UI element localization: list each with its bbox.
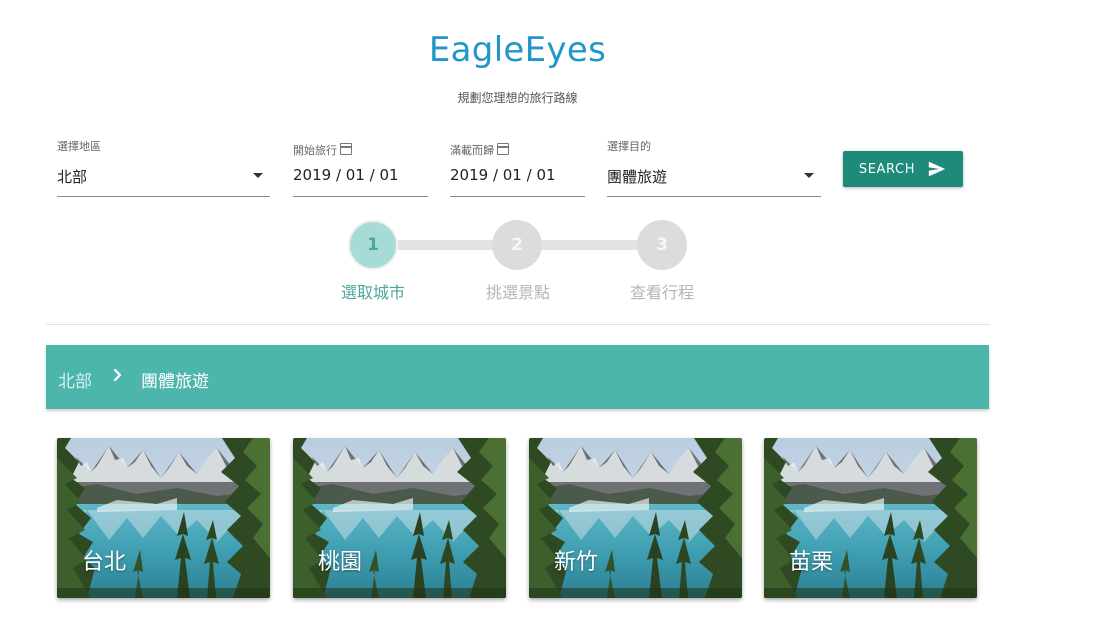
city-card-label: 新竹 <box>554 550 599 575</box>
purpose-underline <box>607 196 821 197</box>
step-3-label[interactable]: 查看行程 <box>602 279 722 303</box>
step-3-circle[interactable]: 3 <box>637 220 687 270</box>
end-date-value: 2019 / 01 / 01 <box>450 166 556 184</box>
purpose-value: 團體旅遊 <box>607 168 668 186</box>
dropdown-arrow-icon <box>804 173 814 178</box>
end-date-underline <box>450 196 585 197</box>
divider <box>46 324 990 325</box>
city-card-taoyuan[interactable]: 桃園 <box>293 438 506 598</box>
start-date-label-wrap: 開始旅行 <box>293 142 352 158</box>
breadcrumb-item-purpose[interactable]: 團體旅遊 <box>141 367 209 392</box>
city-card-label: 苗栗 <box>789 550 834 575</box>
city-card-taipei[interactable]: 台北 <box>57 438 270 598</box>
step-1-label[interactable]: 選取城市 <box>313 279 433 303</box>
calendar-icon[interactable] <box>340 143 352 155</box>
send-icon <box>928 161 946 177</box>
region-value: 北部 <box>57 168 88 186</box>
start-date-value: 2019 / 01 / 01 <box>293 166 399 184</box>
end-date-label: 滿載而歸 <box>450 144 494 157</box>
city-card-label: 桃園 <box>318 550 363 575</box>
stepper-connector <box>398 240 494 250</box>
start-date-underline <box>293 196 428 197</box>
breadcrumb: 北部 團體旅遊 <box>46 345 989 409</box>
search-button[interactable]: SEARCH <box>843 151 963 187</box>
page: EagleEyes 規劃您理想的旅行路線 選擇地區 北部 開始旅行 2019 /… <box>0 0 1112 643</box>
breadcrumb-item-region[interactable]: 北部 <box>58 367 92 392</box>
purpose-label: 選擇目的 <box>607 140 651 153</box>
city-card-hsinchu[interactable]: 新竹 <box>529 438 742 598</box>
calendar-icon[interactable] <box>497 143 509 155</box>
app-title: EagleEyes <box>428 30 607 70</box>
app-subtitle: 規劃您理想的旅行路線 <box>457 91 578 105</box>
step-2-label[interactable]: 挑選景點 <box>458 279 578 303</box>
start-date-label: 開始旅行 <box>293 144 337 157</box>
end-date-label-wrap: 滿載而歸 <box>450 142 509 158</box>
chevron-right-icon <box>113 368 122 382</box>
step-1-circle[interactable]: 1 <box>348 220 398 270</box>
stepper-connector <box>541 240 639 250</box>
city-card-miaoli[interactable]: 苗栗 <box>764 438 977 598</box>
step-2-circle[interactable]: 2 <box>492 220 542 270</box>
search-button-label: SEARCH <box>858 161 916 177</box>
region-label: 選擇地區 <box>57 140 101 153</box>
city-card-label: 台北 <box>82 550 127 575</box>
dropdown-arrow-icon <box>253 173 263 178</box>
region-underline <box>57 196 270 197</box>
